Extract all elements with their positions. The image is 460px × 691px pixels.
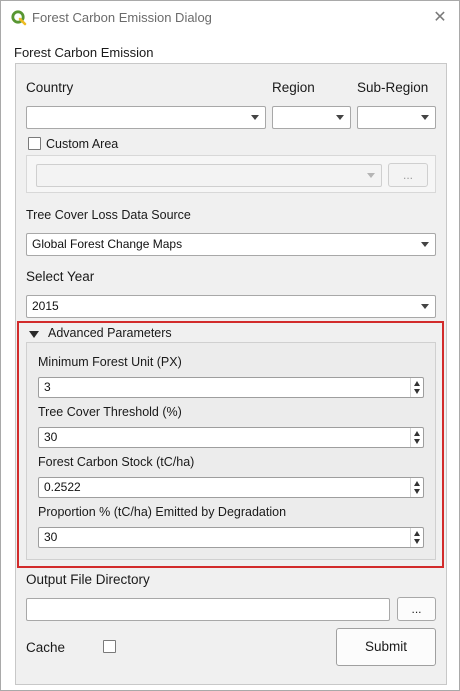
- custom-area-browse-button[interactable]: ...: [388, 163, 428, 187]
- degradation-label: Proportion % (tC/ha) Emitted by Degradat…: [38, 505, 287, 519]
- qgis-icon: [11, 10, 27, 26]
- subregion-label: Sub-Region: [357, 80, 429, 95]
- data-source-label: Tree Cover Loss Data Source: [26, 208, 191, 222]
- min-forest-unit-label: Minimum Forest Unit (PX): [38, 355, 182, 369]
- output-browse-button[interactable]: ...: [397, 597, 436, 621]
- advanced-parameters-toggle[interactable]: Advanced Parameters: [48, 326, 172, 340]
- carbon-stock-spinbox[interactable]: 0.2522: [38, 477, 424, 498]
- custom-area-label: Custom Area: [46, 137, 119, 151]
- country-combo[interactable]: [26, 106, 266, 129]
- year-combo[interactable]: 2015: [26, 295, 436, 318]
- spin-up-icon[interactable]: [414, 531, 420, 536]
- chevron-down-icon: [251, 115, 259, 120]
- chevron-down-icon: [421, 304, 429, 309]
- advanced-parameters-panel: Minimum Forest Unit (PX) 3 Tree Cover Th…: [26, 342, 436, 560]
- spin-buttons[interactable]: [410, 528, 423, 547]
- degradation-spinbox[interactable]: 30: [38, 527, 424, 548]
- spin-up-icon[interactable]: [414, 481, 420, 486]
- spin-down-icon[interactable]: [414, 539, 420, 544]
- spin-down-icon[interactable]: [414, 439, 420, 444]
- window-title: Forest Carbon Emission Dialog: [32, 10, 212, 25]
- degradation-value: 30: [44, 530, 58, 544]
- tree-cover-threshold-value: 30: [44, 430, 58, 444]
- title-bar: Forest Carbon Emission Dialog ✕: [1, 1, 459, 35]
- spin-up-icon[interactable]: [414, 431, 420, 436]
- submit-button[interactable]: Submit: [336, 628, 436, 666]
- chevron-down-icon: [367, 173, 375, 178]
- spin-buttons[interactable]: [410, 478, 423, 497]
- collapse-triangle-icon[interactable]: [29, 331, 39, 338]
- year-label: Select Year: [26, 269, 95, 284]
- close-icon: ✕: [433, 9, 447, 26]
- output-directory-label: Output File Directory: [26, 572, 150, 587]
- custom-area-combo[interactable]: [36, 164, 382, 187]
- spin-down-icon[interactable]: [414, 389, 420, 394]
- data-source-value: Global Forest Change Maps: [32, 237, 183, 251]
- tree-cover-threshold-spinbox[interactable]: 30: [38, 427, 424, 448]
- carbon-stock-value: 0.2522: [44, 480, 81, 494]
- cache-checkbox[interactable]: [103, 640, 116, 653]
- cache-label: Cache: [26, 640, 66, 655]
- subregion-combo[interactable]: [357, 106, 436, 129]
- spin-buttons[interactable]: [410, 428, 423, 447]
- tree-cover-threshold-label: Tree Cover Threshold (%): [38, 405, 182, 419]
- year-value: 2015: [32, 299, 59, 313]
- custom-area-frame: ...: [26, 155, 436, 193]
- data-source-combo[interactable]: Global Forest Change Maps: [26, 233, 436, 256]
- region-combo[interactable]: [272, 106, 351, 129]
- carbon-stock-label: Forest Carbon Stock (tC/ha): [38, 455, 195, 469]
- close-button[interactable]: ✕: [429, 7, 451, 29]
- min-forest-unit-value: 3: [44, 380, 51, 394]
- spin-down-icon[interactable]: [414, 489, 420, 494]
- custom-area-checkbox[interactable]: [28, 137, 41, 150]
- country-label: Country: [26, 80, 74, 95]
- spin-up-icon[interactable]: [414, 381, 420, 386]
- chevron-down-icon: [336, 115, 344, 120]
- dialog-window: Forest Carbon Emission Dialog ✕ Forest C…: [0, 0, 460, 691]
- group-title: Forest Carbon Emission: [14, 45, 154, 60]
- chevron-down-icon: [421, 115, 429, 120]
- output-directory-value: [27, 602, 32, 616]
- forest-carbon-groupbox: Country Region Sub-Region Custom Area ..…: [15, 63, 447, 685]
- chevron-down-icon: [421, 242, 429, 247]
- spin-buttons[interactable]: [410, 378, 423, 397]
- region-label: Region: [272, 80, 315, 95]
- output-directory-input[interactable]: [26, 598, 390, 621]
- min-forest-unit-spinbox[interactable]: 3: [38, 377, 424, 398]
